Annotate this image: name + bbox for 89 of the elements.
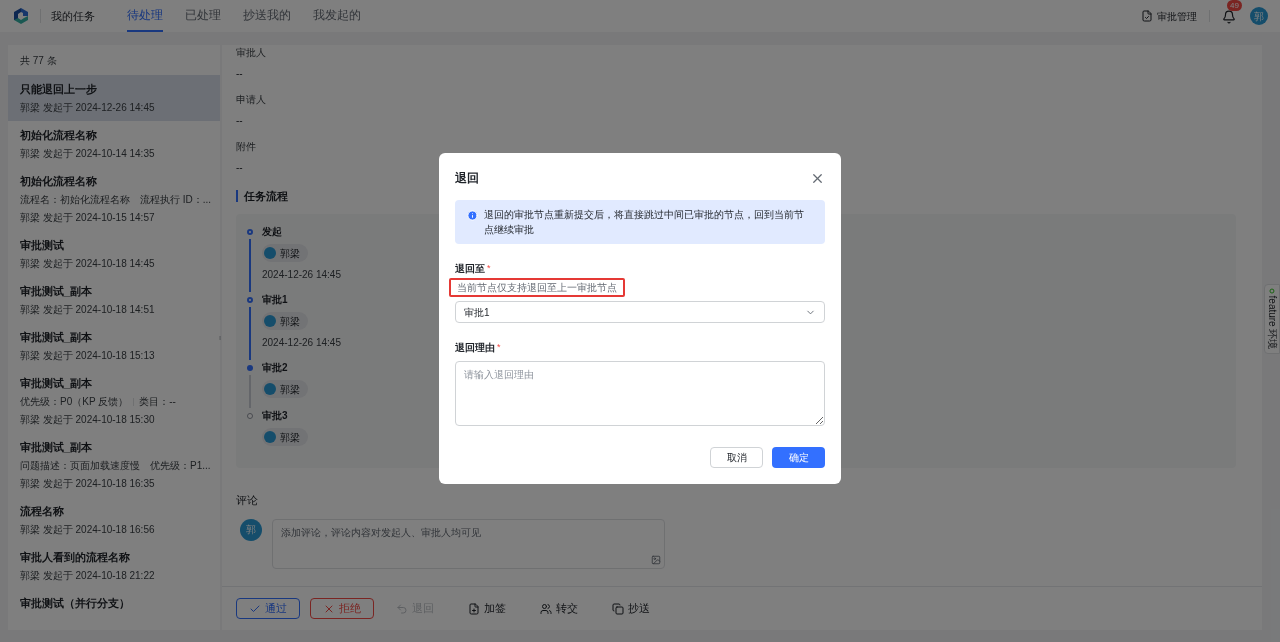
required-mark: * [497,340,501,354]
alert-text: 退回的审批节点重新提交后，将直接跳过中间已审批的节点，回到当前节点继续审批 [484,208,805,237]
dialog-button[interactable]: 确定 [772,447,825,468]
info-icon [467,210,478,221]
task-meta: 流程执行 ID：... [140,193,212,207]
task-subtitle: 郭梁 发起于 2024-10-15 14:57 [20,211,156,225]
avatar-icon [264,383,276,395]
task-subtitle: 郭梁 发起于 2024-10-18 16:56 [20,523,156,537]
reason-field[interactable]: 请输入退回理由 [455,361,825,426]
task-meta: 优先级：P0（KP 反馈） [20,395,129,409]
action-icon [468,602,480,615]
action-button[interactable]: 加签 [456,598,518,619]
task-meta: 问题描述：页面加载速度慢 [20,459,140,473]
nav-tab[interactable]: 待处理 [127,0,163,32]
task-subtitle: 郭梁 发起于 2024-10-18 15:13 [20,349,156,363]
task-title: 审批测试（并行分支） [20,596,131,611]
task-subtitle: 郭梁 发起于 2024-10-18 16:35 [20,477,156,491]
node-name: 审批1 [262,293,289,307]
task-title: 审批人看到的流程名称 [20,550,131,565]
task-title: 审批测试_副本 [20,330,94,345]
action-icon [540,602,552,615]
task-subtitle: 郭梁 发起于 2024-10-18 15:30 [20,413,156,427]
task-subtitle: 郭梁 发起于 2024-10-18 14:45 [20,257,156,271]
form-label: 退回理由 [455,341,495,355]
task-meta: 优先级：P1... [150,459,211,473]
user-avatar[interactable]: 郭 [1250,7,1268,25]
task-subtitle: 郭梁 发起于 2024-10-18 14:51 [20,303,156,317]
field-label: 审批人 [236,46,267,60]
notification-badge: 49 [1227,0,1242,11]
field-value: -- [236,114,244,128]
task-subtitle: 郭梁 发起于 2024-10-18 21:22 [20,569,156,583]
comment-field[interactable]: 添加评论，评论内容对发起人、审批人均可见 [272,518,665,569]
required-mark: * [487,261,491,275]
document-icon [1141,10,1153,22]
dialog-button[interactable]: 取消 [710,447,763,468]
node-name: 审批3 [262,409,289,423]
form-label: 退回至 [455,262,485,276]
field-label: 附件 [236,140,257,154]
person-name: 郭梁 [280,314,300,329]
field-hint: 当前节点仅支持退回至上一审批节点 [449,278,625,297]
environment-tab[interactable]: feature 环境 [1264,284,1280,354]
person-name: 郭梁 [280,382,300,397]
field-value: -- [236,67,244,81]
section-title: 任务流程 [244,188,288,204]
nav-tab[interactable]: 我发起的 [313,0,361,32]
person-name: 郭梁 [280,246,300,261]
node-time: 2024-12-26 14:45 [262,336,341,350]
task-subtitle: 郭梁 发起于 2024-10-14 14:35 [20,147,156,161]
avatar-icon [264,247,276,259]
field-value: -- [236,161,244,175]
task-title: 审批测试 [20,238,65,253]
select-field[interactable]: 审批1 [455,301,825,323]
action-icon [612,602,624,615]
nav-tab[interactable]: 已处理 [185,0,221,32]
action-button[interactable]: 转交 [528,598,590,619]
notification-button[interactable] [1222,9,1238,25]
avatar-icon [264,315,276,327]
nav-tab[interactable]: 抄送我的 [243,0,291,32]
dialog-title: 退回 [455,170,479,187]
task-title: 审批测试_副本 [20,440,94,455]
task-meta: 类目：-- [139,395,176,409]
task-count: 共 77 条 [19,53,58,68]
person-name: 郭梁 [280,430,300,445]
avatar-icon [264,431,276,443]
admin-link[interactable]: 审批管理 [1141,8,1197,24]
task-item[interactable]: 只能退回上一步 郭梁 发起于 2024-12-26 14:45 [8,75,220,121]
task-title: 只能退回上一步 [20,82,98,97]
node-time: 2024-12-26 14:45 [262,268,341,282]
task-title: 初始化流程名称 [20,128,98,143]
task-subtitle: 郭梁 发起于 2024-12-26 14:45 [20,101,156,115]
task-title: 初始化流程名称 [20,174,98,189]
action-button[interactable]: 抄送 [600,598,662,619]
task-title: 审批测试_副本 [20,284,94,299]
field-label: 申请人 [236,93,267,107]
logo-icon [12,7,30,25]
environment-label: feature 环境 [1266,295,1278,350]
page-title: 我的任务 [51,8,95,24]
task-title: 流程名称 [20,504,65,519]
task-meta: 流程名：初始化流程名称 [20,193,130,207]
action-button[interactable]: 通过 [236,598,300,619]
node-name: 发起 [262,225,283,239]
task-title: 审批测试_副本 [20,376,94,391]
image-icon[interactable] [651,554,661,565]
action-button[interactable]: 拒绝 [310,598,374,619]
bell-icon [1222,10,1236,24]
node-name: 审批2 [262,361,289,375]
comment-avatar: 郭 [240,518,262,541]
section-title: 评论 [236,493,259,508]
action-icon [396,602,408,615]
